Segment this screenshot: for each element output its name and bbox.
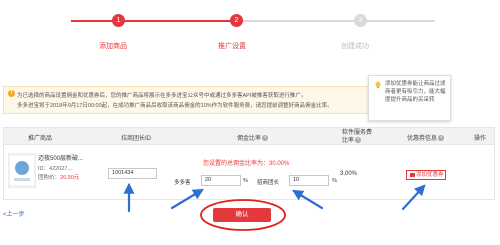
add-coupon-button[interactable]: 添加优惠券 — [406, 170, 446, 180]
percent-sign: % — [332, 178, 337, 184]
step-circle-1: 1 — [112, 14, 125, 27]
group-leader-id-input[interactable]: 1001434 — [108, 168, 157, 179]
step-line-pending — [237, 20, 435, 22]
previous-step-link[interactable]: <上一步 — [3, 209, 25, 218]
coupon-icon — [410, 173, 415, 177]
notice-line-2: 多多进宝将于2018年9月17日00:00起，在成功推广商品后收取该商品佣金的1… — [17, 103, 333, 109]
step-label-promotion-settings: 推广设置 — [218, 43, 246, 50]
notice-line-1: 为已选择的商品设置佣金和优惠券后，您的推广商品将展示在多多进宝公众号中或通过多多… — [17, 93, 307, 99]
header-commission: 佣金比率? — [237, 135, 269, 142]
header-coupon: 优惠券信息? — [407, 135, 445, 142]
coupon-tooltip: 添加优惠券能让商品过滤商者更有吸引力，能大幅度提升商品的买采转 — [368, 75, 451, 121]
commission-summary: 您设置的总佣金比率为：30.00% — [203, 161, 290, 167]
header-service-fee: 软件服务费比率? — [342, 130, 373, 144]
leader-commission-input[interactable]: 10 — [289, 175, 329, 186]
header-group-id: 拉商团长ID — [121, 136, 152, 142]
duoduo-commission-input[interactable]: 20 — [201, 175, 241, 186]
product-id: ID：422027... — [38, 166, 72, 172]
help-icon[interactable]: ? — [262, 135, 269, 142]
product-thumbnail — [8, 153, 36, 188]
service-fee-value: 3.00% — [340, 171, 358, 177]
table-header: 推广商品 拉商团长ID 佣金比率? 软件服务费比率? 优惠券信息? 操作 — [3, 127, 495, 145]
help-icon[interactable]: ? — [438, 135, 445, 142]
lightbulb-icon — [375, 81, 381, 89]
step-circle-3: 3 — [354, 14, 367, 27]
step-circle-2: 2 — [230, 14, 243, 27]
leader-label: 招商团长 — [257, 180, 280, 186]
step-label-created: 创建成功 — [341, 43, 369, 50]
help-icon[interactable]: ? — [355, 137, 362, 144]
warning-icon: ! — [8, 90, 15, 97]
product-name[interactable]: 迈夜500层新破... — [38, 153, 83, 162]
confirm-button[interactable]: 确认 — [213, 208, 271, 222]
step-line-done — [71, 20, 237, 22]
tooltip-text: 添加优惠券能让商品过滤商者更有吸引力，能大幅度提升商品的买采转 — [385, 81, 446, 103]
header-action: 操作 — [474, 136, 487, 142]
header-product: 推广商品 — [28, 136, 53, 142]
duoduo-label: 多多客 — [174, 180, 191, 186]
percent-sign: % — [243, 178, 248, 184]
step-label-add-product: 添加商品 — [99, 43, 127, 50]
product-price: 团购价：26.90元 — [38, 175, 80, 181]
